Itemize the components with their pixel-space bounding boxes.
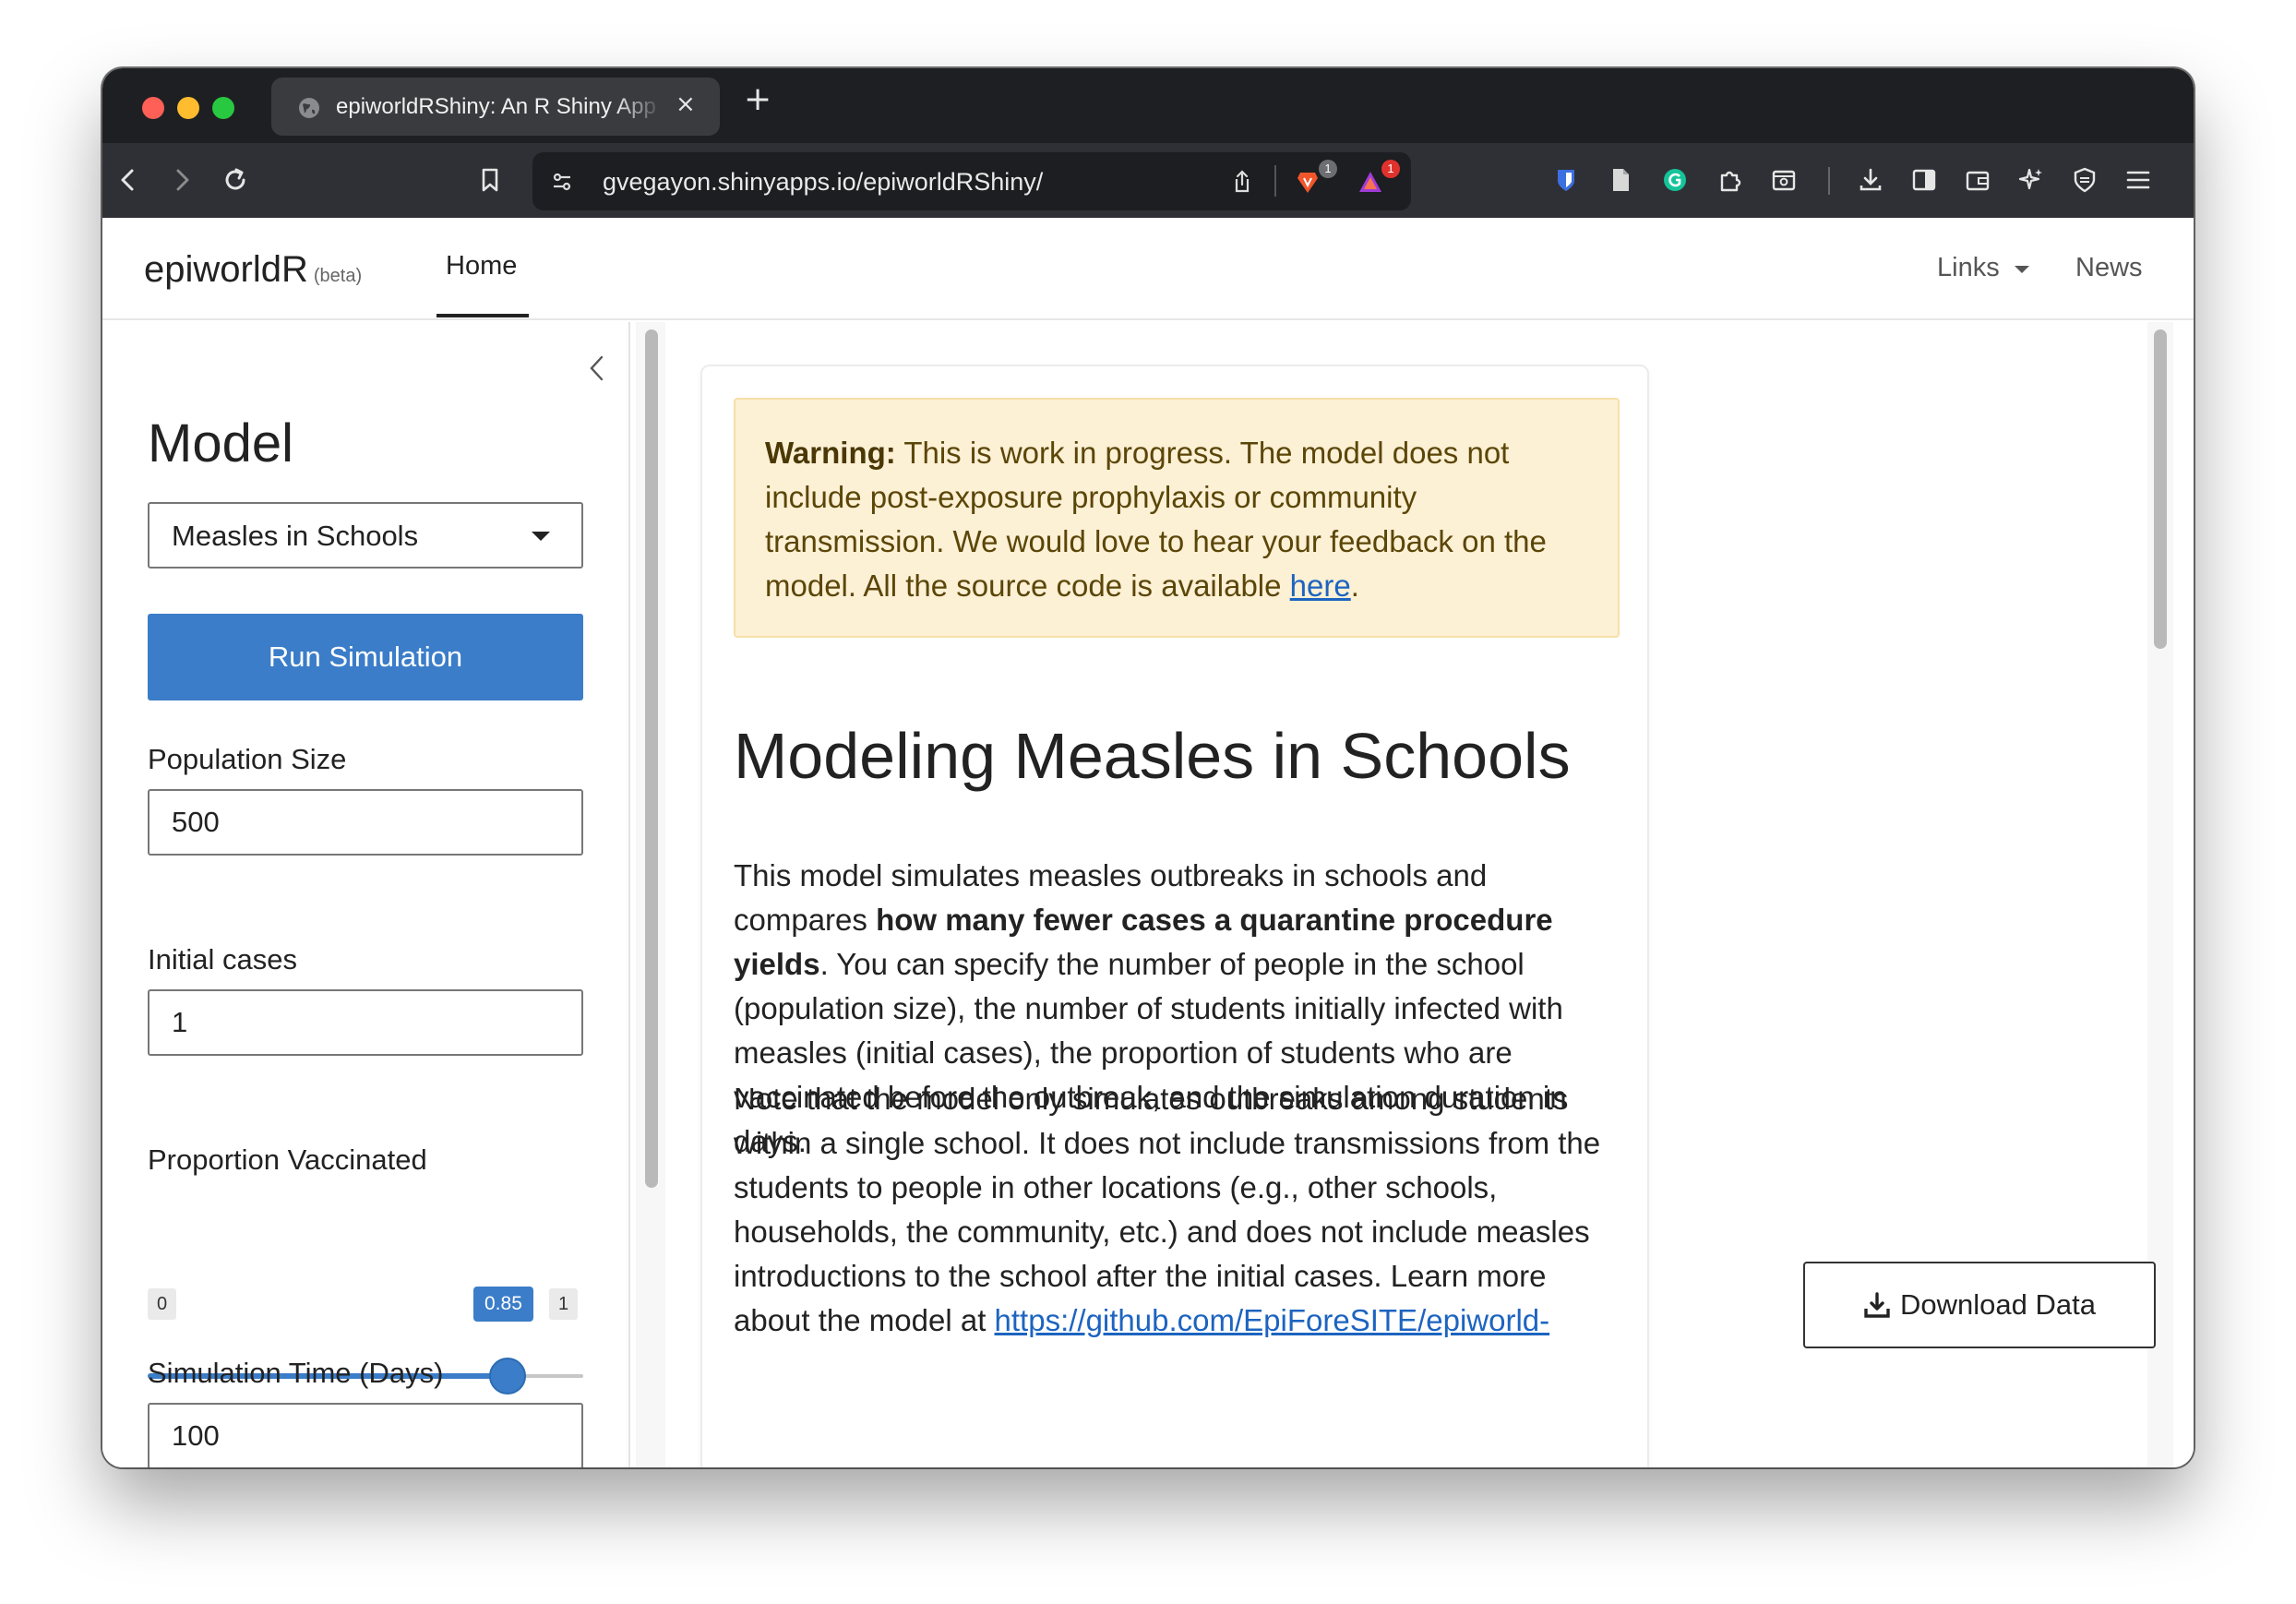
note-text: Note that the model only simulates outbr… [734, 1082, 1601, 1337]
warning-label: Warning: [765, 436, 896, 470]
chevron-left-icon[interactable] [585, 352, 607, 385]
active-tab-indicator [436, 314, 529, 317]
content-card: Warning: This is work in progress. The m… [700, 365, 1649, 1467]
sidebar-scrollbar-thumb[interactable] [645, 329, 658, 1188]
screenshot-icon[interactable] [1764, 160, 1804, 200]
note-paragraph: Note that the model only simulates outbr… [734, 1077, 1620, 1343]
proportion-vaccinated-label: Proportion Vaccinated [148, 1143, 427, 1176]
slider-max-label: 1 [549, 1288, 579, 1320]
run-simulation-button[interactable]: Run Simulation [148, 614, 583, 700]
browser-toolbar: gvegayon.shinyapps.io/epiworldRShiny/ 1 … [102, 143, 2194, 218]
slider-value-label: 0.85 [473, 1287, 533, 1322]
address-bar[interactable]: gvegayon.shinyapps.io/epiworldRShiny/ 1 … [532, 152, 1411, 210]
population-size-input[interactable]: 500 [148, 789, 583, 856]
back-icon[interactable] [108, 160, 149, 200]
document-icon[interactable] [1600, 160, 1641, 200]
bookmark-icon[interactable] [470, 160, 510, 200]
rewards-badge: 1 [1381, 160, 1400, 178]
brand-tag: (beta) [313, 266, 363, 286]
vpn-icon[interactable] [2064, 160, 2105, 200]
download-icon [1864, 1292, 1890, 1318]
population-size-label: Population Size [148, 743, 347, 775]
page-heading: Modeling Measles in Schools [734, 720, 1571, 792]
reload-icon[interactable] [215, 160, 256, 200]
share-icon[interactable] [1222, 162, 1262, 202]
browser-tab[interactable]: epiworldRShiny: An R Shiny App × [271, 78, 720, 136]
close-window-button[interactable] [142, 97, 164, 119]
main-scrollbar-thumb[interactable] [2154, 329, 2167, 649]
bitwarden-icon[interactable] [1546, 160, 1586, 200]
sidebar-icon[interactable] [1904, 160, 1944, 200]
nav-links-dropdown[interactable]: Links [1937, 253, 2000, 283]
source-code-link[interactable]: here [1290, 569, 1351, 603]
slider-min-label: 0 [148, 1288, 177, 1320]
caret-down-icon [532, 532, 550, 541]
warning-end: . [1350, 569, 1359, 603]
tab-close-button[interactable]: × [676, 90, 696, 118]
download-data-button[interactable]: Download Data [1803, 1262, 2156, 1348]
brand-name: epiworldR [144, 249, 308, 290]
initial-cases-input[interactable]: 1 [148, 989, 583, 1056]
download-data-label: Download Data [1900, 1288, 2096, 1321]
wallet-icon[interactable] [1957, 160, 1998, 200]
menu-icon[interactable] [2118, 160, 2158, 200]
shields-badge: 1 [1319, 160, 1337, 178]
extensions-icon[interactable] [1710, 160, 1751, 200]
web-page: epiworldR (beta) Home Links News Model Me… [102, 218, 2194, 1467]
site-settings-icon[interactable] [542, 162, 582, 202]
caret-down-icon [2015, 266, 2029, 273]
model-select-value: Measles in Schools [172, 520, 419, 552]
sidebar: Model Measles in Schools Run Simulation … [102, 322, 630, 1467]
url-text[interactable]: gvegayon.shinyapps.io/epiworldRShiny/ [603, 168, 1043, 197]
tab-title: epiworldRShiny: An R Shiny App [336, 94, 656, 119]
grammarly-icon[interactable] [1655, 160, 1695, 200]
browser-window: epiworldRShiny: An R Shiny App × + gvega… [102, 68, 2194, 1467]
brand[interactable]: epiworldR (beta) [144, 249, 362, 291]
simulation-time-input[interactable]: 100 [148, 1403, 583, 1467]
title-bar: epiworldRShiny: An R Shiny App × + [102, 68, 2194, 143]
simulation-time-label: Simulation Time (Days) [148, 1357, 444, 1389]
zoom-window-button[interactable] [212, 97, 234, 119]
sidebar-title: Model [148, 413, 293, 473]
warning-alert: Warning: This is work in progress. The m… [734, 398, 1620, 638]
minimize-window-button[interactable] [177, 97, 199, 119]
app-navbar: epiworldR (beta) Home Links News [102, 218, 2194, 320]
initial-cases-label: Initial cases [148, 943, 297, 976]
github-link[interactable]: https://github.com/EpiForeSITE/epiworld- [995, 1303, 1550, 1337]
globe-icon [299, 98, 319, 118]
slider-handle[interactable] [489, 1358, 526, 1395]
nav-news-link[interactable]: News [2075, 253, 2143, 283]
forward-icon[interactable] [161, 160, 202, 200]
new-tab-button[interactable]: + [744, 81, 771, 118]
nav-home-tab[interactable]: Home [446, 251, 517, 281]
downloads-icon[interactable] [1850, 160, 1891, 200]
model-select[interactable]: Measles in Schools [148, 502, 583, 569]
leo-icon[interactable] [2011, 160, 2051, 200]
